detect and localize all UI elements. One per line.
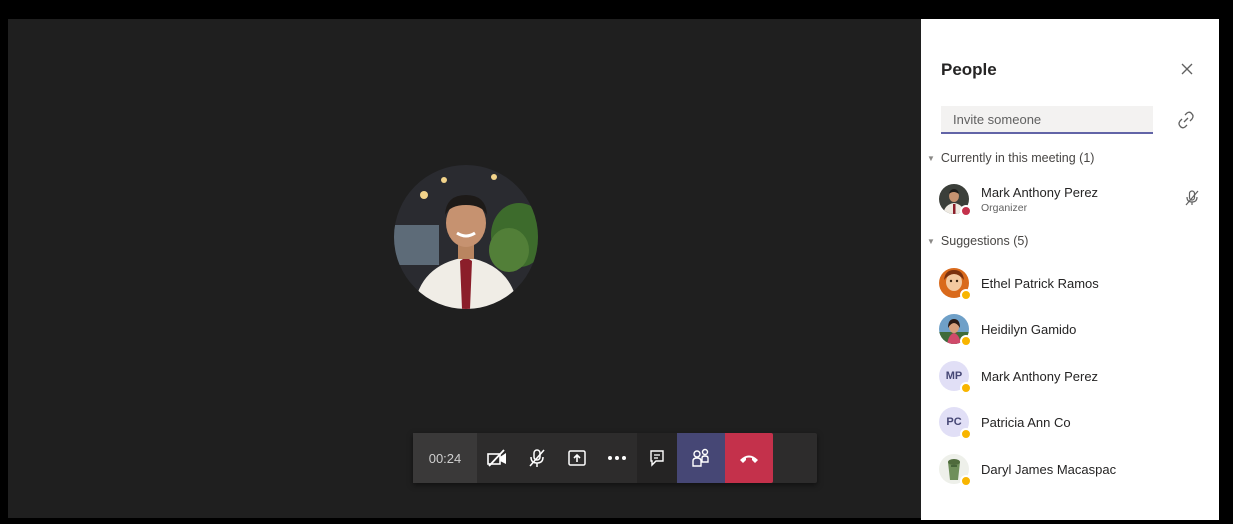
chevron-down-icon: ▼ (927, 236, 935, 246)
suggestion-row[interactable]: Daryl James Macaspac (939, 451, 1201, 487)
suggestion-name: Patricia Ann Co (981, 414, 1071, 430)
suggestion-row[interactable]: Heidilyn Gamido (939, 311, 1201, 347)
invite-input[interactable] (941, 106, 1153, 134)
avatar (939, 454, 972, 487)
more-actions-button[interactable] (597, 433, 637, 483)
section-current-meeting[interactable]: ▼ Currently in this meeting (1) (927, 151, 1094, 165)
avatar: PC (939, 407, 972, 440)
section-label: Currently in this meeting (1) (940, 151, 1095, 165)
suggestion-name: Ethel Patrick Ramos (981, 275, 1099, 291)
suggestion-name: Heidilyn Gamido (981, 321, 1077, 337)
participant-avatar (394, 165, 538, 309)
avatar (939, 314, 972, 347)
suggestion-row[interactable]: PC Patricia Ann Co (939, 404, 1201, 440)
copy-link-icon[interactable] (1177, 111, 1195, 129)
close-icon[interactable] (1179, 61, 1195, 77)
camera-off-icon (487, 449, 506, 467)
mic-muted-icon[interactable] (1183, 189, 1201, 207)
leave-call-button[interactable] (725, 433, 773, 483)
video-stage: 00:24 (8, 19, 921, 518)
status-away-icon (960, 382, 972, 394)
suggestion-name: Mark Anthony Perez (981, 368, 1099, 384)
avatar: MP (939, 361, 972, 394)
status-away-icon (960, 475, 972, 487)
call-timer: 00:24 (413, 433, 477, 483)
avatar (939, 268, 972, 301)
chevron-down-icon: ▼ (927, 153, 935, 163)
avatar-initials: MP (945, 370, 963, 382)
suggestion-row[interactable]: MP Mark Anthony Perez (939, 358, 1201, 394)
status-away-icon (960, 289, 972, 301)
chat-icon (650, 450, 664, 467)
suggestion-row[interactable]: Ethel Patrick Ramos (939, 265, 1201, 301)
avatar-initials: PC (946, 416, 962, 428)
participant-row[interactable]: Mark Anthony Perez Organizer (939, 181, 1201, 217)
participant-role: Organizer (981, 201, 1028, 214)
people-icon (692, 448, 709, 467)
section-label: Suggestions (5) (940, 234, 1029, 248)
status-busy-icon (960, 205, 972, 217)
more-actions-icon (608, 456, 626, 460)
camera-toggle-button[interactable] (477, 433, 517, 483)
hang-up-icon (740, 455, 758, 463)
window-frame: 00:24 People Invite someone ▼ Currently … (0, 0, 1233, 524)
call-control-bar: 00:24 (413, 433, 817, 483)
people-panel: People ▼ Currently in this meeting (1) (921, 19, 1219, 520)
mic-off-icon (529, 449, 545, 467)
status-away-icon (960, 335, 972, 347)
people-button[interactable] (677, 433, 725, 483)
participant-name: Mark Anthony Perez (981, 184, 1099, 200)
panel-title: People (941, 60, 997, 79)
status-away-icon (960, 428, 972, 440)
section-suggestions[interactable]: ▼ Suggestions (5) (927, 234, 1028, 248)
avatar (939, 184, 972, 217)
suggestion-name: Daryl James Macaspac (981, 461, 1117, 477)
mic-toggle-button[interactable] (517, 433, 557, 483)
share-screen-button[interactable] (557, 433, 597, 483)
share-screen-icon (568, 450, 586, 466)
chat-button[interactable] (637, 433, 677, 483)
